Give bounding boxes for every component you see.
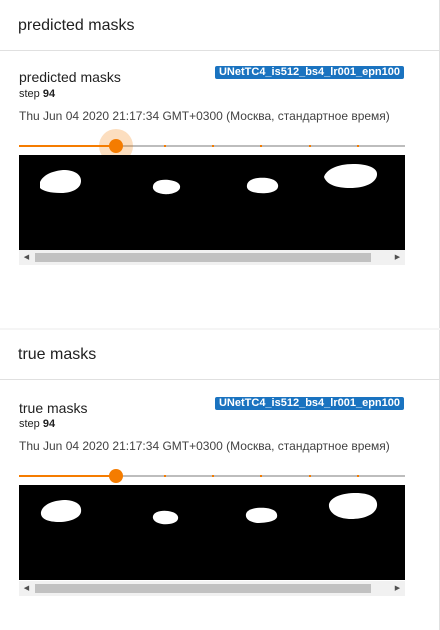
mask-blob (40, 500, 82, 522)
step-indicator: step 94 (19, 88, 55, 100)
mask-image-svg (40, 164, 378, 195)
mask-blob (152, 510, 179, 525)
step-slider[interactable] (19, 466, 405, 486)
mask-blob (246, 177, 279, 194)
step-label: step (19, 418, 40, 430)
image-card: predicted masks UNetTC4_is512_bs4_lr001_… (19, 66, 405, 265)
section-predicted-masks: predicted masks predicted masks UNetTC4_… (0, 0, 440, 328)
slider-tick (67, 145, 69, 147)
mask-image (19, 155, 405, 250)
mask-blob (324, 164, 378, 188)
slider-thumb[interactable] (109, 139, 123, 153)
step-value: 94 (42, 88, 56, 100)
card-title: predicted masks (19, 69, 121, 85)
mask-blob (40, 170, 81, 193)
slider-tick (309, 145, 311, 147)
mask-image (19, 485, 405, 580)
slider-thumb[interactable] (109, 469, 123, 483)
step-value: 94 (42, 418, 56, 430)
scrollbar-thumb[interactable] (35, 253, 371, 262)
mask-blob (328, 493, 378, 519)
slider-tick (164, 475, 166, 477)
slider-tick (357, 475, 359, 477)
section-title: predicted masks (18, 17, 135, 34)
slider-tick (260, 475, 262, 477)
image-card: true masks UNetTC4_is512_bs4_lr001_epn10… (19, 397, 405, 597)
slider-tick (164, 145, 166, 147)
run-badge: UNetTC4_is512_bs4_lr001_epn100 (214, 397, 404, 410)
section-header[interactable]: true masks (0, 330, 439, 380)
run-badge: UNetTC4_is512_bs4_lr001_epn100 (214, 66, 404, 79)
scroll-right-icon[interactable]: ▶ (390, 581, 405, 596)
horizontal-scrollbar[interactable]: ◀ ▶ (19, 250, 405, 265)
step-slider[interactable] (19, 129, 405, 163)
slider-tick (309, 475, 311, 477)
slider-tick (212, 475, 214, 477)
timestamp: Thu Jun 04 2020 21:17:34 GMT+0300 (Москв… (19, 439, 390, 453)
slider-tick (357, 145, 359, 147)
scroll-left-icon[interactable]: ◀ (19, 581, 34, 596)
horizontal-scrollbar[interactable]: ◀ ▶ (19, 581, 405, 596)
timestamp: Thu Jun 04 2020 21:17:34 GMT+0300 (Москв… (19, 109, 390, 123)
scroll-right-icon[interactable]: ▶ (390, 250, 405, 265)
mask-blob (152, 179, 181, 195)
mask-blob (245, 507, 278, 523)
scrollbar-thumb[interactable] (35, 584, 371, 593)
slider-tick (212, 145, 214, 147)
slider-tick (260, 145, 262, 147)
step-label: step (19, 88, 40, 100)
step-indicator: step 94 (19, 418, 55, 430)
section-true-masks: true masks true masks UNetTC4_is512_bs4_… (0, 330, 440, 630)
mask-image-svg (40, 493, 378, 525)
scroll-left-icon[interactable]: ◀ (19, 250, 34, 265)
section-title: true masks (18, 346, 97, 363)
slider-tick (67, 475, 69, 477)
card-title: true masks (19, 400, 88, 416)
section-header[interactable]: predicted masks (0, 0, 439, 51)
